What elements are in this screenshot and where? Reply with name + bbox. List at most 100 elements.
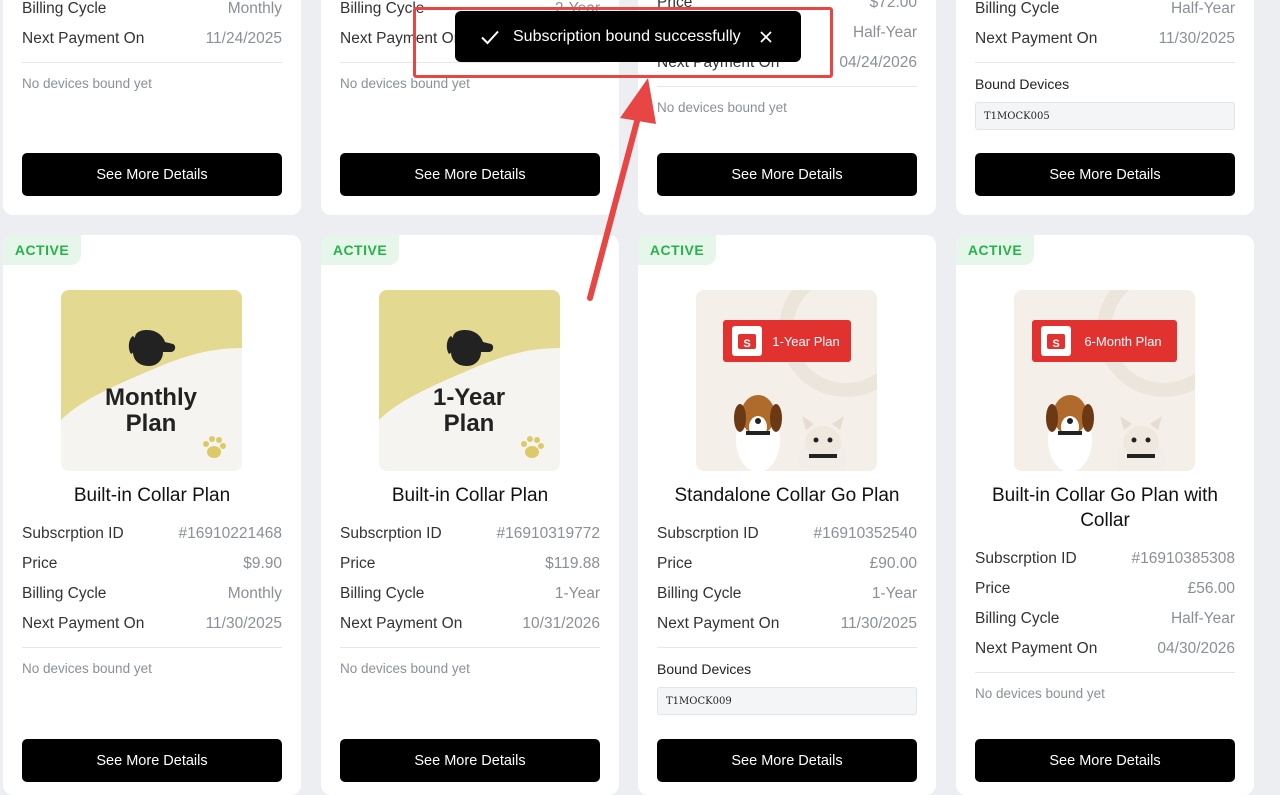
billing-cycle-row: Billing Cycle 1-Year	[340, 583, 600, 605]
subscription-id-row: Subscrption ID #16910385308	[975, 548, 1235, 570]
billing-cycle-row: Billing Cycle Half-Year	[975, 608, 1235, 630]
billing-cycle-row: Billing Cycle Monthly	[22, 0, 282, 20]
plan-image: S 6-Month Plan	[1014, 290, 1195, 471]
next-payment-value: 04/24/2026	[839, 54, 917, 71]
active-badge: ACTIVE	[321, 235, 399, 265]
plan-image: Monthly Plan	[61, 290, 242, 471]
subscription-card: ACTIVE S 6-Month Plan Built-in Collar Go…	[956, 235, 1254, 795]
price-row: Price £90.00	[657, 553, 917, 575]
subscription-id-label: Subscrption ID	[657, 525, 759, 542]
next-payment-label: Next Payment On	[22, 30, 145, 47]
plan-image: 1-Year Plan	[379, 290, 560, 471]
divider	[22, 62, 282, 63]
subscription-card: Billing Cycle Monthly Next Payment On 11…	[3, 0, 301, 215]
billing-cycle-label: Billing Cycle	[975, 0, 1060, 17]
plan-title: Built-in Collar Plan	[391, 485, 549, 506]
divider	[975, 62, 1235, 63]
divider	[975, 672, 1235, 673]
next-payment-label: Next Payment On	[22, 615, 145, 632]
price-label: Price	[22, 555, 58, 572]
plan-title: Built-in Collar Plan	[73, 485, 231, 506]
no-devices-text: No devices bound yet	[975, 686, 1105, 701]
billing-cycle-label: Billing Cycle	[657, 585, 742, 602]
subscription-card: ACTIVE S 1-Year Plan Standalone Collar G…	[638, 235, 936, 795]
divider	[657, 86, 917, 87]
price-label: Price	[975, 580, 1011, 597]
price-value: $72.00	[869, 0, 917, 11]
bound-devices-label: Bound Devices	[975, 76, 1070, 92]
billing-cycle-value: Half-Year	[1170, 0, 1235, 17]
divider	[22, 647, 282, 648]
billing-cycle-value: Monthly	[227, 0, 282, 17]
billing-cycle-label: Billing Cycle	[22, 585, 107, 602]
plan-image-art: Monthly Plan	[61, 290, 242, 458]
next-payment-value: 04/30/2026	[1157, 640, 1235, 657]
see-more-details-button[interactable]: See More Details	[975, 153, 1235, 196]
see-more-details-button[interactable]: See More Details	[340, 739, 600, 782]
next-payment-row: Next Payment On 11/30/2025	[22, 613, 282, 635]
image-plan-label: 1-Year Plan	[772, 334, 839, 349]
image-plan-label: 6-Month Plan	[1084, 334, 1161, 349]
subscription-id-row: Subscrption ID #16910352540	[657, 523, 917, 545]
billing-cycle-label: Billing Cycle	[340, 0, 425, 17]
subscription-id-value: #16910319772	[496, 525, 600, 542]
beagle-dog-illustration	[1046, 395, 1094, 471]
no-devices-text: No devices bound yet	[657, 100, 787, 115]
next-payment-value: 11/30/2025	[1158, 30, 1235, 47]
price-row: Price $9.90	[22, 553, 282, 575]
subscription-id-label: Subscrption ID	[22, 525, 124, 542]
bulldog-illustration	[799, 416, 847, 471]
next-payment-label: Next Payment On	[975, 30, 1098, 47]
image-text-line2: Plan	[444, 410, 495, 437]
next-payment-row: Next Payment On 11/24/2025	[22, 28, 282, 50]
no-devices-text: No devices bound yet	[22, 76, 152, 91]
billing-cycle-row: Billing Cycle Monthly	[22, 583, 282, 605]
price-value: £90.00	[869, 555, 917, 572]
svg-text:S: S	[1052, 338, 1059, 350]
active-badge: ACTIVE	[3, 235, 81, 265]
active-badge: ACTIVE	[956, 235, 1034, 265]
see-more-details-button[interactable]: See More Details	[22, 153, 282, 196]
subscription-card: ACTIVE Monthly Plan Built-in Collar Plan…	[3, 235, 301, 795]
beagle-dog-illustration	[734, 395, 782, 471]
price-row: Price £56.00	[975, 578, 1235, 600]
billing-cycle-label: Billing Cycle	[340, 585, 425, 602]
next-payment-value: 11/30/2025	[840, 615, 917, 632]
next-payment-row: Next Payment On 10/31/2026	[340, 613, 600, 635]
subscription-id-label: Subscrption ID	[340, 525, 442, 542]
plan-title: Standalone Collar Go Plan	[674, 485, 900, 506]
plan-image-art: 1-Year Plan	[379, 290, 560, 458]
see-more-details-button[interactable]: See More Details	[340, 153, 600, 196]
paw-icon	[203, 436, 226, 458]
no-devices-text: No devices bound yet	[22, 661, 152, 676]
next-payment-row: Next Payment On 11/30/2025	[975, 28, 1235, 50]
next-payment-label: Next Payment On	[975, 640, 1098, 657]
subscription-id-label: Subscrption ID	[975, 550, 1077, 567]
plan-logo-icon: S	[1041, 326, 1071, 356]
billing-cycle-value: Half-Year	[1170, 610, 1235, 627]
plan-image-art: S 6-Month Plan	[1032, 290, 1195, 471]
see-more-details-button[interactable]: See More Details	[657, 153, 917, 196]
see-more-details-button[interactable]: See More Details	[22, 739, 282, 782]
billing-cycle-value: Monthly	[227, 585, 282, 602]
price-value: $9.90	[243, 555, 282, 572]
billing-cycle-label: Billing Cycle	[22, 0, 107, 17]
divider	[657, 647, 917, 648]
plan-logo-icon: S	[732, 326, 762, 356]
svg-text:S: S	[743, 338, 750, 350]
bound-device-chip[interactable]: T1MOCK009	[657, 687, 917, 715]
active-badge: ACTIVE	[638, 235, 716, 265]
next-payment-value: 11/30/2025	[205, 615, 282, 632]
plan-title: Built-in Collar Go Plan with Collar	[992, 485, 1218, 531]
see-more-details-button[interactable]: See More Details	[657, 739, 917, 782]
see-more-details-button[interactable]: See More Details	[975, 739, 1235, 782]
no-devices-text: No devices bound yet	[340, 661, 470, 676]
next-payment-value: 10/31/2026	[522, 615, 600, 632]
next-payment-label: Next Payment On	[340, 615, 463, 632]
bound-device-chip[interactable]: T1MOCK005	[975, 102, 1235, 130]
subscription-card: ACTIVE 1-Year Plan Built-in Collar Plan …	[321, 235, 619, 795]
subscription-id-value: #16910385308	[1131, 550, 1235, 567]
subscription-id-row: Subscrption ID #16910221468	[22, 523, 282, 545]
next-payment-row: Next Payment On 04/30/2026	[975, 638, 1235, 660]
price-label: Price	[657, 555, 693, 572]
